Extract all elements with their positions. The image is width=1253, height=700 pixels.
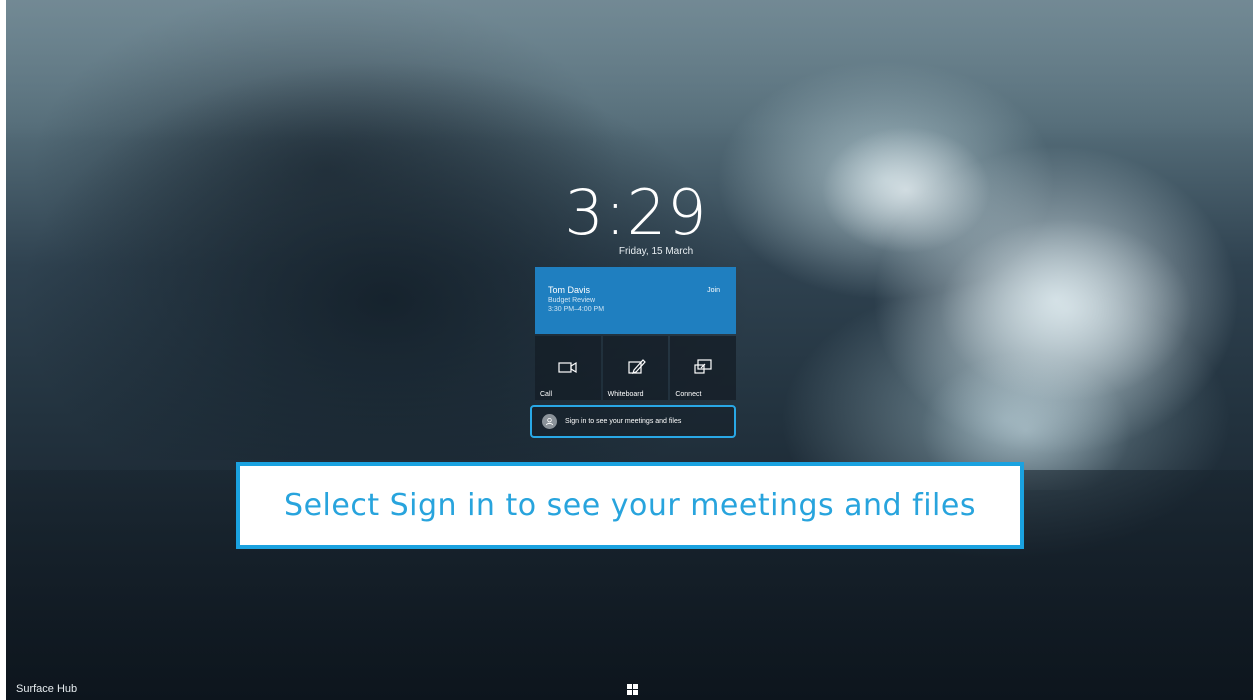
instruction-callout: Select Sign in to see your meetings and …: [236, 462, 1024, 549]
call-tile[interactable]: Call: [535, 336, 601, 400]
lock-screen-date: Friday, 15 March: [618, 246, 694, 257]
meeting-card[interactable]: Tom Davis Budget Review 3:30 PM–4:00 PM …: [535, 267, 736, 334]
windows-start-button[interactable]: [627, 684, 638, 695]
screen-project-icon: [694, 359, 712, 374]
user-avatar-icon: [542, 414, 557, 429]
callout-text: Select Sign in to see your meetings and …: [284, 488, 976, 523]
quick-actions: Call Whiteboard Connect: [535, 336, 737, 400]
join-meeting-button[interactable]: Join: [707, 287, 720, 294]
lock-screen-clock: 3:29: [564, 176, 708, 249]
background-foam: [766, 110, 1246, 490]
device-name: Surface Hub: [16, 683, 78, 695]
whiteboard-tile[interactable]: Whiteboard: [602, 336, 669, 400]
video-camera-icon: [558, 361, 577, 374]
call-label: Call: [540, 391, 553, 398]
connect-label: Connect: [675, 391, 702, 398]
sign-in-label: Sign in to see your meetings and files: [565, 418, 682, 425]
surface-hub-lock-screen: 3:29 Friday, 15 March Tom Davis Budget R…: [6, 0, 1253, 700]
meeting-organizer: Tom Davis: [548, 285, 591, 295]
sign-in-button[interactable]: Sign in to see your meetings and files: [530, 405, 736, 438]
meeting-time: 3:30 PM–4:00 PM: [548, 306, 605, 313]
whiteboard-label: Whiteboard: [607, 391, 644, 398]
pen-edit-icon: [627, 359, 646, 374]
meeting-title: Budget Review: [548, 297, 596, 304]
connect-tile[interactable]: Connect: [670, 336, 737, 400]
windows-logo-icon: [627, 684, 632, 689]
